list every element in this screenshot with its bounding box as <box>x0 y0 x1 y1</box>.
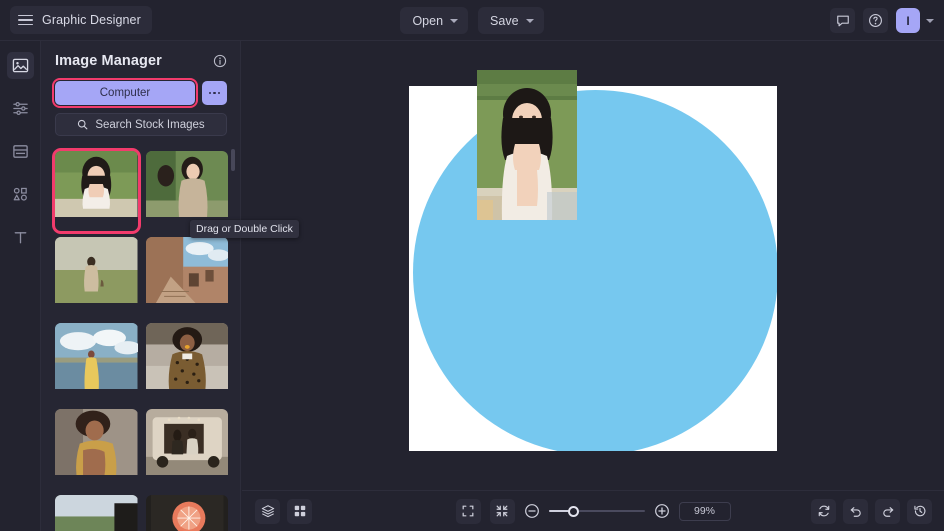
info-circle-icon[interactable] <box>213 54 227 68</box>
undo-button[interactable] <box>843 498 868 524</box>
zoom-slider-knob[interactable] <box>567 505 579 517</box>
ellipsis-icon <box>213 91 216 95</box>
thumbnail-field-person[interactable] <box>55 237 138 317</box>
undo-icon <box>850 507 861 517</box>
image-manager-panel: Image Manager Computer Search Stock Imag… <box>41 41 299 531</box>
history-icon <box>913 505 925 517</box>
sliders-icon <box>12 102 28 115</box>
save-menu-label: Save <box>490 13 519 28</box>
brand-menu-button[interactable]: Graphic Designer <box>10 6 152 34</box>
sidebar-item-adjustments-tool[interactable] <box>7 95 34 122</box>
app-title: Graphic Designer <box>42 13 141 27</box>
ellipsis-icon <box>208 91 212 95</box>
thumbnail-woman-leopard-coat[interactable] <box>145 323 228 403</box>
thumbnail-grid <box>41 144 241 531</box>
expand-icon <box>462 505 474 517</box>
sidebar-item-shapes-tool[interactable] <box>7 181 34 208</box>
image-icon <box>12 58 28 73</box>
redo-icon <box>882 507 893 517</box>
more-sources-button[interactable] <box>202 81 227 105</box>
layers-icon <box>261 505 274 518</box>
thumbnail-two-women[interactable] <box>145 151 228 231</box>
thumb-image <box>145 409 228 475</box>
thumb-image <box>145 323 228 389</box>
zoom-in-button[interactable] <box>654 503 670 519</box>
save-menu-button[interactable]: Save <box>478 7 544 34</box>
fit-to-screen-button[interactable] <box>455 498 481 524</box>
open-menu-button[interactable]: Open <box>400 7 469 34</box>
hamburger-icon[interactable] <box>18 14 33 26</box>
redo-button[interactable] <box>875 498 900 524</box>
help-circle-icon <box>869 14 882 27</box>
comment-button[interactable] <box>830 8 855 33</box>
top-right-actions: I <box>830 0 934 41</box>
bottom-left-tools <box>255 498 312 524</box>
thumbnail-outdoor-group[interactable] <box>55 495 138 531</box>
thumbnail-woman-yellow-top[interactable] <box>55 409 138 489</box>
search-stock-images-label: Search Stock Images <box>95 118 205 131</box>
shrink-to-fit-button[interactable] <box>489 498 515 524</box>
thumb-image <box>55 409 138 475</box>
layers-button[interactable] <box>255 498 280 524</box>
help-button[interactable] <box>863 8 888 33</box>
panel-scrollbar[interactable] <box>231 149 235 171</box>
grid-icon <box>294 505 305 517</box>
app-root: Graphic Designer Open Save I Image Manag… <box>0 0 944 531</box>
source-row: Computer <box>41 69 240 108</box>
thumb-image <box>145 495 228 531</box>
thumb-image <box>55 151 138 217</box>
thumbnail-stairs-town[interactable] <box>145 237 228 317</box>
history-button[interactable] <box>907 498 932 524</box>
dragged-image-content <box>477 70 577 220</box>
reset-button[interactable] <box>811 498 836 524</box>
drag-hint-tooltip: Drag or Double Click <box>190 220 299 238</box>
search-icon <box>78 119 88 130</box>
panel-header: Image Manager <box>41 41 240 69</box>
left-tool-rail <box>0 41 41 531</box>
bottom-bar: 99% <box>242 490 944 531</box>
chevron-down-icon[interactable] <box>926 18 934 23</box>
thumb-image <box>55 323 138 389</box>
blue-circle-shape[interactable] <box>413 90 777 451</box>
search-stock-images-button[interactable]: Search Stock Images <box>55 113 227 136</box>
sidebar-item-layout-tool[interactable] <box>7 138 34 165</box>
chevron-down-icon <box>450 18 459 23</box>
chevron-down-icon <box>525 18 534 23</box>
zoom-out-button[interactable] <box>524 503 540 519</box>
top-bar: Graphic Designer Open Save I <box>0 0 944 41</box>
open-menu-label: Open <box>412 13 444 28</box>
thumbnail-grapefruit[interactable] <box>145 495 228 531</box>
refresh-icon <box>818 505 829 517</box>
comment-icon <box>836 15 849 26</box>
ellipsis-icon <box>217 91 221 95</box>
collapse-icon <box>496 505 508 517</box>
layout-icon <box>12 145 28 158</box>
dragged-image-preview[interactable] <box>477 70 577 220</box>
zoom-slider[interactable] <box>548 504 645 518</box>
grid-view-button[interactable] <box>287 498 312 524</box>
user-avatar[interactable]: I <box>896 8 920 33</box>
thumb-image <box>55 495 138 531</box>
thumb-image <box>145 237 228 303</box>
sidebar-item-image-tool[interactable] <box>6 52 34 79</box>
thumbnail-lake-yellow-dress[interactable] <box>55 323 138 403</box>
sidebar-item-text-tool[interactable] <box>7 224 34 251</box>
shapes-icon <box>13 187 27 201</box>
thumbnail-girl-grass[interactable] <box>52 148 141 234</box>
bottom-right-tools <box>811 498 932 524</box>
text-t-icon <box>14 232 26 244</box>
canvas-stage[interactable] <box>242 41 944 490</box>
page-title: Image Manager <box>55 53 162 69</box>
design-canvas[interactable] <box>409 86 777 451</box>
thumbnail-van-friends[interactable] <box>145 409 228 489</box>
thumb-image <box>145 151 228 217</box>
zoom-level-value[interactable]: 99% <box>678 501 731 521</box>
thumb-image <box>55 237 138 303</box>
computer-source-button[interactable]: Computer <box>52 78 198 108</box>
